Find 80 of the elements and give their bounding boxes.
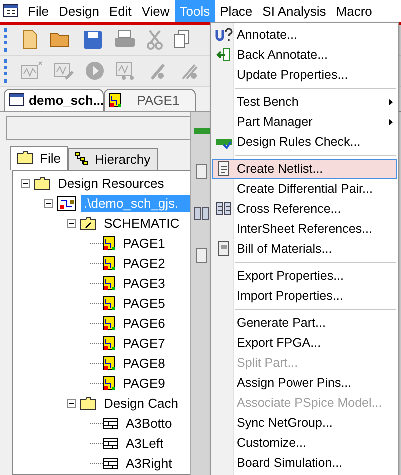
folder-icon — [17, 151, 34, 166]
waveform-edit-icon — [54, 61, 74, 82]
menu-item[interactable]: Customize... — [212, 433, 397, 453]
menu-item[interactable]: Create Netlist... — [212, 159, 397, 179]
menu-item[interactable]: Import Properties... — [212, 286, 397, 306]
menu-item[interactable]: Export Properties... — [212, 266, 397, 286]
page-icon — [103, 256, 116, 272]
menu-item[interactable]: Back Annotate... — [212, 45, 397, 65]
menu-title[interactable]: File — [23, 0, 54, 22]
document-icon — [195, 164, 209, 180]
menu-item[interactable]: Create Differential Pair... — [212, 179, 397, 199]
copy-icon — [174, 30, 190, 50]
menu-title[interactable]: Design — [54, 0, 104, 22]
document-tab[interactable]: PAGE1 — [104, 88, 196, 111]
menu-item[interactable]: Design Rules Check... — [212, 132, 397, 152]
tree-item[interactable]: SCHEMATIC — [101, 215, 183, 232]
page-icon — [103, 356, 116, 372]
panel-tab[interactable]: Hierarchy — [68, 148, 158, 170]
tree-item[interactable]: PAGE3 — [120, 275, 168, 292]
page-icon — [103, 316, 116, 332]
new-file-icon — [21, 30, 39, 50]
part-icon — [103, 458, 119, 470]
schematic-icon — [57, 196, 77, 212]
back-annotate-icon — [216, 47, 232, 63]
tree-item[interactable]: Design Cach — [101, 395, 182, 412]
scissors-icon — [147, 30, 163, 50]
menu-item[interactable]: Cross Reference... — [212, 199, 397, 219]
panel-tab[interactable]: File — [10, 146, 68, 170]
tree-item[interactable]: A3Right — [123, 455, 176, 472]
play-icon — [85, 61, 105, 82]
document-icon — [217, 161, 231, 177]
save-icon — [83, 30, 103, 50]
menu-item[interactable]: Assign Power Pins... — [212, 373, 397, 393]
part-icon — [103, 438, 119, 450]
page-icon — [103, 276, 116, 292]
menu-title[interactable]: Edit — [104, 0, 137, 22]
page-icon — [103, 376, 116, 392]
menu-item[interactable]: InterSheet References... — [212, 219, 397, 239]
folder-icon — [80, 216, 97, 231]
annotate-icon — [215, 28, 233, 42]
schematic-window-icon — [9, 93, 25, 108]
collapse-icon[interactable] — [44, 199, 53, 208]
menu-item[interactable]: Board Simulation... — [212, 453, 397, 473]
open-folder-icon — [50, 31, 72, 50]
collapse-icon[interactable] — [21, 179, 30, 188]
page-icon — [103, 296, 116, 312]
menu-title[interactable]: Macro — [331, 0, 378, 22]
tree-item[interactable]: A3Botto — [123, 415, 176, 432]
waveform-icon — [21, 61, 43, 82]
menu-title[interactable]: Place — [215, 0, 258, 22]
app-icon — [3, 4, 19, 18]
tree-item[interactable]: PAGE7 — [120, 335, 168, 352]
cross-reference-icon — [194, 206, 210, 222]
page-icon — [109, 92, 122, 108]
document-tab[interactable]: demo_sch... — [4, 88, 104, 111]
page-icon — [103, 236, 116, 252]
collapse-icon[interactable] — [67, 219, 76, 228]
menu-title[interactable]: SI Analysis — [258, 0, 332, 22]
cross-reference-icon — [216, 201, 232, 217]
tree-item[interactable]: PAGE2 — [120, 255, 168, 272]
menu-item[interactable]: Export FPGA... — [212, 333, 397, 353]
tree-item[interactable]: PAGE1 — [120, 235, 168, 252]
tree-item[interactable]: PAGE9 — [120, 375, 168, 392]
folder-icon — [34, 176, 51, 191]
tree-item[interactable]: PAGE5 — [120, 295, 168, 312]
hierarchy-icon — [74, 152, 89, 166]
tree-item[interactable]: PAGE8 — [120, 355, 168, 372]
page-icon — [103, 336, 116, 352]
menu-title[interactable]: View — [136, 0, 175, 22]
tree-item[interactable]: PAGE6 — [120, 315, 168, 332]
menu-item[interactable]: Test Bench — [212, 92, 397, 112]
menu-item[interactable]: Sync NetGroup... — [212, 413, 397, 433]
tree-item[interactable]: Design Resources — [55, 175, 168, 192]
menu-item[interactable]: Part Manager — [212, 112, 397, 132]
tree-item[interactable]: A3Left — [123, 435, 167, 452]
part-icon — [103, 418, 119, 430]
collapse-icon[interactable] — [67, 399, 76, 408]
folder-icon — [80, 396, 97, 411]
menu-item[interactable]: Bill of Materials... — [212, 239, 397, 259]
menu-item[interactable]: Generate Part... — [212, 313, 397, 333]
